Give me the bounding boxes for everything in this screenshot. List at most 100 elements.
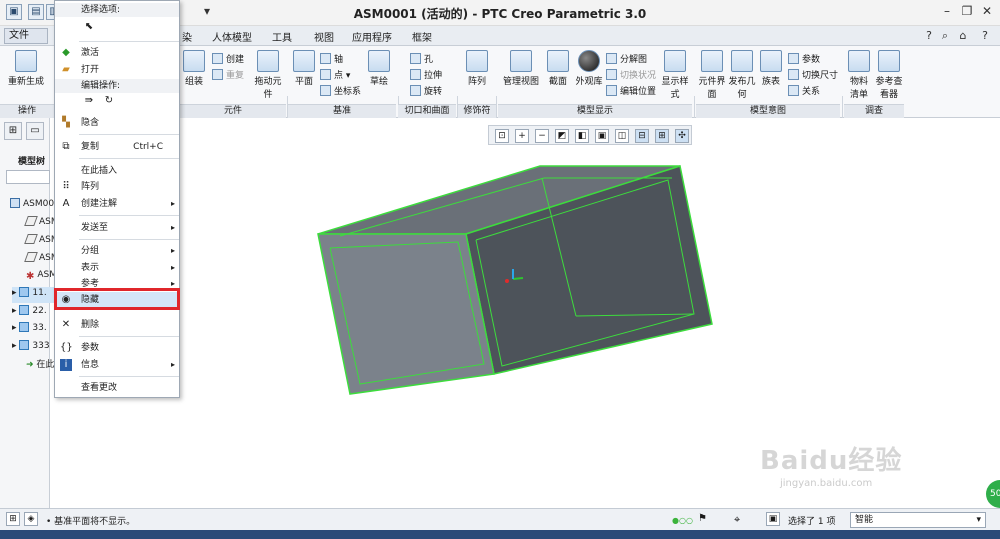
saved-views-icon[interactable]: ◧	[575, 129, 589, 143]
edit-position-button[interactable]: 编辑位置	[606, 84, 656, 97]
minimize-icon[interactable]: –	[940, 4, 954, 18]
plane-button[interactable]: 平面	[291, 50, 317, 87]
model-tree-search[interactable]	[6, 170, 50, 184]
refit-icon[interactable]: ⊡	[495, 129, 509, 143]
group-component[interactable]: 元件	[180, 104, 286, 118]
revolve-button[interactable]: 旋转	[410, 84, 442, 97]
zoom-in-icon[interactable]: +	[515, 129, 529, 143]
close-icon[interactable]: ✕	[980, 4, 994, 18]
selection-filter-dropdown[interactable]: 智能 ▾	[850, 512, 986, 528]
tree-item-assembly[interactable]: ASM00	[10, 198, 54, 214]
suppress-menu-item[interactable]: ▚ 隐含	[55, 115, 179, 131]
selection-box-icon[interactable]: ▣	[766, 512, 780, 526]
display-style-icon[interactable]: ▣	[595, 129, 609, 143]
show-navigator-icon[interactable]: ⊞	[6, 512, 20, 526]
group-investigate[interactable]: 调查	[844, 104, 904, 118]
create-button[interactable]: 创建	[212, 52, 244, 65]
regenerate-button[interactable]: 重新生成	[8, 50, 44, 87]
tree-item-part[interactable]: ▸ 33.	[12, 322, 47, 338]
sketch-button[interactable]: 草绘	[366, 50, 392, 87]
tab-file[interactable]: 文件	[4, 28, 48, 44]
expand-icon[interactable]: ▸	[12, 323, 17, 333]
family-table-button[interactable]: 族表	[758, 50, 784, 87]
repeat-button[interactable]: 重复	[212, 68, 244, 81]
zoom-out-icon[interactable]: −	[535, 129, 549, 143]
send-to-menu-item[interactable]: 发送至 ▸	[55, 220, 179, 236]
reorient-icon[interactable]: ◩	[555, 129, 569, 143]
copy-menu-item[interactable]: ⧉ 复制 Ctrl+C	[55, 139, 179, 155]
find-binoculars-icon[interactable]: ⌖	[734, 513, 740, 527]
group-model-display[interactable]: 模型显示	[498, 104, 692, 118]
show-browser-icon[interactable]: ◈	[24, 512, 38, 526]
help-icon[interactable]: ?	[978, 29, 992, 43]
hole-button[interactable]: 孔	[410, 52, 433, 65]
expand-icon[interactable]: ▸	[12, 341, 17, 351]
create-note-menu-item[interactable]: A 创建注解 ▸	[55, 196, 179, 212]
pattern-label: 阵列	[467, 77, 486, 87]
select-option-button[interactable]: ⬉	[55, 17, 179, 39]
tab-manikin[interactable]: 人体模型	[212, 29, 252, 44]
tree-item-part[interactable]: ▸ 11.	[12, 287, 54, 303]
tab-render[interactable]: 染	[182, 29, 192, 44]
relations-button[interactable]: 关系	[788, 84, 820, 97]
annotation-display-icon[interactable]: ⊞	[655, 129, 669, 143]
search-icon[interactable]: ⌕	[938, 29, 952, 43]
tab-view[interactable]: 视图	[314, 29, 334, 44]
spin-center-icon[interactable]: ✣	[675, 129, 689, 143]
datum-display-icon[interactable]: ⊟	[635, 129, 649, 143]
switch-dimensions-button[interactable]: 切换尺寸	[788, 68, 838, 81]
extrude-button[interactable]: 拉伸	[410, 68, 442, 81]
edit-ops-buttons[interactable]: ⇛ ↻	[55, 93, 179, 113]
expand-icon[interactable]: ▸	[12, 306, 17, 316]
csys-button[interactable]: 坐标系	[320, 84, 361, 97]
group-model-intent[interactable]: 模型意图	[696, 104, 840, 118]
manage-view-button[interactable]: 管理视图	[502, 50, 540, 87]
perspective-icon[interactable]: ◫	[615, 129, 629, 143]
assemble-button[interactable]: 组装	[180, 50, 208, 87]
info-menu-item[interactable]: i 信息 ▸	[55, 357, 179, 373]
point-button[interactable]: 点 ▾	[320, 68, 350, 81]
tab-framework[interactable]: 框架	[412, 29, 432, 44]
restore-icon[interactable]: ❐	[960, 4, 974, 18]
activate-menu-item[interactable]: ◆ 激活	[55, 45, 179, 61]
section-button[interactable]: 截面	[545, 50, 571, 87]
tree-item-csys[interactable]: ✱ ASM	[26, 270, 57, 286]
axis-button[interactable]: 轴	[320, 52, 343, 65]
delete-menu-item[interactable]: ✕ 删除	[55, 317, 179, 333]
model-tree-tab-icon[interactable]: ⊞	[4, 122, 22, 140]
insert-here-menu-item[interactable]: 在此插入	[55, 163, 179, 179]
reference-viewer-button[interactable]: 参考查看器	[874, 50, 904, 100]
view-changes-menu-item[interactable]: 查看更改	[55, 380, 179, 396]
expand-icon[interactable]: ▸	[12, 288, 17, 298]
publish-geometry-button[interactable]: 发布几何	[728, 50, 756, 100]
appearance-button[interactable]: 外观库	[574, 50, 604, 87]
tab-applications[interactable]: 应用程序	[352, 29, 392, 44]
baidu-watermark: Baidu经验	[760, 446, 903, 476]
display-style-button[interactable]: 显示样式	[660, 50, 690, 100]
group-datum[interactable]: 基准	[288, 104, 396, 118]
group-cut-surface[interactable]: 切口和曲面	[398, 104, 456, 118]
tree-item-insert-here[interactable]: ➜ 在此	[26, 357, 54, 373]
tree-item-part[interactable]: ▸ 22.	[12, 305, 47, 321]
represent-menu-item[interactable]: 表示 ▸	[55, 260, 179, 276]
pattern-button[interactable]: 阵列	[464, 50, 490, 87]
flag-icon[interactable]: ⚑	[698, 513, 707, 524]
component-interface-button[interactable]: 元件界面	[698, 50, 726, 100]
toggle-state-button[interactable]: 切换状况	[606, 68, 656, 81]
folder-tab-icon[interactable]: ▭	[26, 122, 44, 140]
bom-button[interactable]: 物料清单	[846, 50, 872, 100]
tab-tools[interactable]: 工具	[272, 29, 292, 44]
group-operations[interactable]: 操作	[0, 104, 54, 118]
switch-dimensions-icon	[788, 69, 799, 80]
explode-button[interactable]: 分解图	[606, 52, 647, 65]
drag-component-button[interactable]: 拖动元件	[254, 50, 282, 100]
home-icon[interactable]: ⌂	[956, 29, 970, 43]
pattern-menu-item[interactable]: ⠿ 阵列	[55, 179, 179, 195]
group-menu-item[interactable]: 分组 ▸	[55, 243, 179, 259]
help-question-icon[interactable]: ?	[922, 29, 936, 43]
group-modifiers[interactable]: 修饰符	[458, 104, 496, 118]
open-menu-item[interactable]: ▰ 打开	[55, 62, 179, 78]
tree-item-part[interactable]: ▸ 333	[12, 340, 50, 356]
parameters-button[interactable]: 参数	[788, 52, 820, 65]
parameters-menu-item[interactable]: {} 参数	[55, 340, 179, 356]
